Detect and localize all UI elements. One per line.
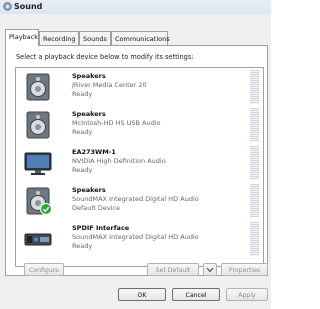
device-item[interactable]: EA273WM-1 NVIDIA High Definition Audio R… [16, 144, 263, 182]
window-title: Sound [14, 2, 43, 11]
sound-dialog: Sound Playback Recording Sounds Communic… [0, 0, 271, 309]
level-meter [250, 184, 259, 218]
device-item[interactable]: Speakers SoundMAX Integrated Digital HD … [16, 182, 263, 220]
cancel-button[interactable]: Cancel [172, 288, 220, 301]
default-check-icon [40, 203, 52, 215]
instruction-text: Select a playback device below to modify… [16, 53, 194, 61]
playback-panel: Select a playback device below to modify… [5, 45, 268, 276]
device-item[interactable]: Speakers McIntosh-HD HS USB Audio Ready [16, 106, 263, 144]
sound-icon [3, 2, 12, 11]
spdif-icon [24, 233, 52, 246]
properties-button[interactable]: Properties [221, 263, 268, 276]
tab-sounds[interactable]: Sounds [79, 31, 111, 45]
monitor-icon [24, 152, 52, 175]
tab-recording[interactable]: Recording [39, 31, 79, 45]
device-status: Ready [72, 128, 93, 136]
title-bar: Sound [0, 0, 271, 14]
device-description: NVIDIA High Definition Audio [72, 157, 166, 165]
device-list[interactable]: Speakers JRiver Media Center 20 Ready Sp… [15, 67, 264, 267]
device-item[interactable]: Speakers JRiver Media Center 20 Ready [16, 68, 263, 106]
speaker-icon [26, 187, 52, 215]
device-description: JRiver Media Center 20 [72, 81, 147, 89]
device-name: Speakers [72, 110, 106, 118]
device-name: SPDIF Interface [72, 224, 130, 232]
device-status: Ready [72, 242, 93, 250]
device-description: SoundMAX Integrated Digital HD Audio [72, 195, 199, 203]
device-name: Speakers [72, 72, 106, 80]
level-meter [250, 146, 259, 180]
device-name: EA273WM-1 [72, 148, 116, 156]
device-status: Default Device [72, 204, 121, 212]
device-description: McIntosh-HD HS USB Audio [72, 119, 161, 127]
device-name: Speakers [72, 186, 106, 194]
device-description: SoundMAX Integrated Digital HD Audio [72, 233, 199, 241]
device-status: Ready [72, 166, 93, 174]
level-meter [250, 70, 259, 104]
set-default-button[interactable]: Set Default [147, 263, 199, 276]
set-default-dropdown[interactable] [203, 263, 217, 276]
chevron-down-icon [206, 267, 214, 273]
ok-button[interactable]: OK [118, 288, 166, 301]
tab-playback[interactable]: Playback [5, 29, 39, 46]
level-meter [250, 108, 259, 142]
apply-button[interactable]: Apply [226, 288, 268, 301]
device-status: Ready [72, 90, 93, 98]
configure-button[interactable]: Configure [24, 263, 64, 276]
speaker-icon [26, 73, 50, 101]
level-meter [250, 222, 259, 256]
speaker-icon [26, 111, 50, 139]
tab-communications[interactable]: Communications [111, 31, 170, 45]
device-item[interactable]: SPDIF Interface SoundMAX Integrated Digi… [16, 220, 263, 258]
